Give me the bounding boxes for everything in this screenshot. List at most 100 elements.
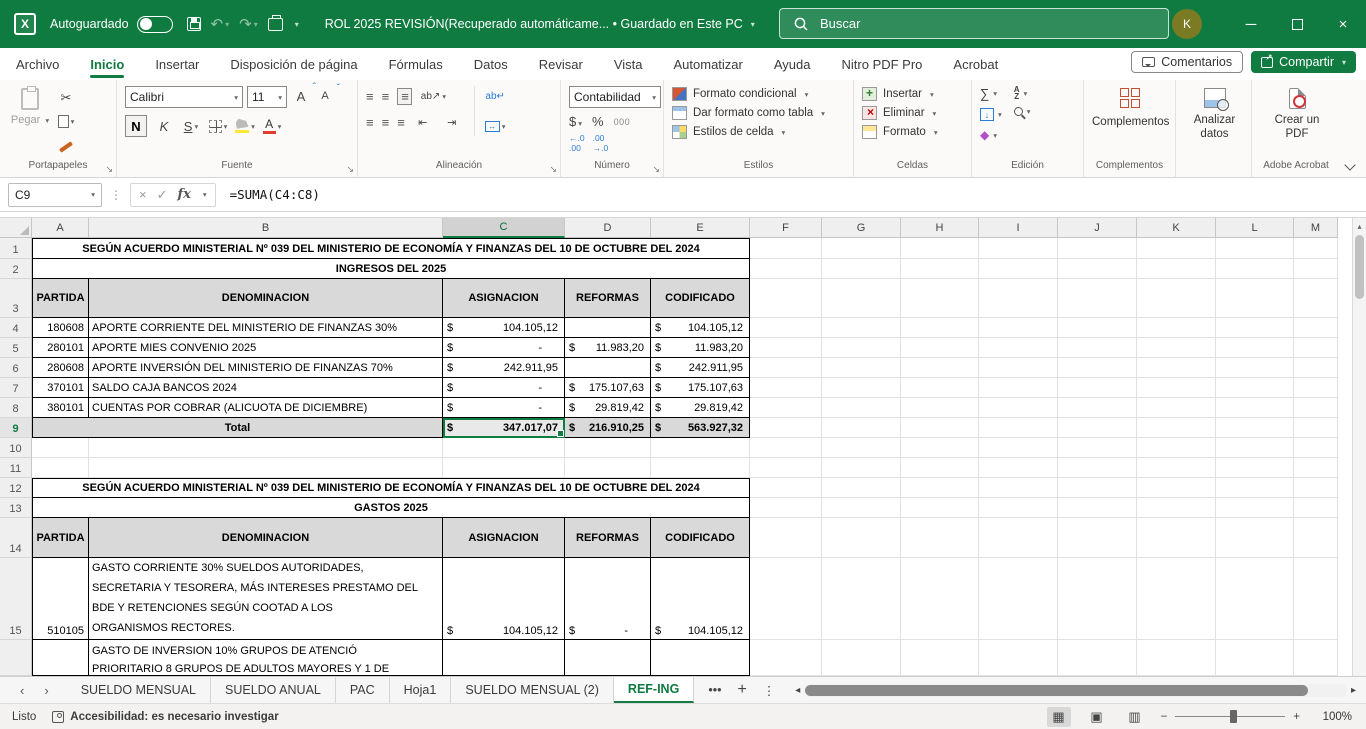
col-header-D[interactable]: D xyxy=(565,218,651,238)
cell-empty[interactable] xyxy=(979,318,1058,338)
customize-qat-button[interactable]: ▾ xyxy=(293,20,299,29)
cell-empty[interactable] xyxy=(901,418,979,438)
row-header[interactable]: 8 xyxy=(0,398,32,418)
orientation-button[interactable]: ab↗▾ xyxy=(421,86,446,106)
create-pdf-button[interactable]: Crear un PDF xyxy=(1273,88,1321,142)
cell-empty[interactable] xyxy=(1058,378,1137,398)
cell-empty[interactable] xyxy=(822,418,901,438)
row-header[interactable]: 13 xyxy=(0,498,32,518)
tab-nitro-pdf[interactable]: Nitro PDF Pro xyxy=(840,51,925,78)
sheet-tab-ref-ing-active[interactable]: REF-ING xyxy=(614,677,694,703)
new-sheet-button[interactable]: + xyxy=(737,681,746,699)
sort-filter-button[interactable]: AZ▾ xyxy=(1014,86,1031,100)
vertical-scroll-thumb[interactable] xyxy=(1355,235,1364,299)
tab-formulas[interactable]: Fórmulas xyxy=(387,51,445,78)
cell-gastos-title[interactable]: SEGÚN ACUERDO MINISTERIAL Nº 039 DEL MIN… xyxy=(32,478,750,498)
cell-total-reformas[interactable]: $216.910,25 xyxy=(565,418,651,438)
cell-empty[interactable] xyxy=(1216,398,1294,418)
sheet-tab-sueldo-anual[interactable]: SUELDO ANUAL xyxy=(211,677,336,703)
sheet-nav-next-icon[interactable]: › xyxy=(44,683,48,698)
cell-empty[interactable] xyxy=(1137,558,1216,640)
cell-denominacion[interactable]: SALDO CAJA BANCOS 2024 xyxy=(89,378,443,398)
cell-header-codificado[interactable]: CODIFICADO xyxy=(651,279,750,318)
row-header[interactable]: 3 xyxy=(0,279,32,318)
cell-empty[interactable] xyxy=(1137,418,1216,438)
cell-reformas[interactable] xyxy=(565,318,651,338)
horizontal-scrollbar[interactable]: ◂ ▸ xyxy=(795,681,1356,699)
shrink-font-button[interactable]: A xyxy=(315,86,335,106)
cell-empty[interactable] xyxy=(901,518,979,558)
cell-reformas[interactable]: $- xyxy=(565,558,651,640)
conditional-formatting-button[interactable]: Formato condicional▾ xyxy=(672,87,825,101)
cell-empty[interactable] xyxy=(901,438,979,458)
tab-acrobat[interactable]: Acrobat xyxy=(951,51,1000,78)
cell-asignacion[interactable]: $104.105,12 xyxy=(443,318,565,338)
format-cells-button[interactable]: Formato▾ xyxy=(862,125,938,139)
zoom-slider-thumb[interactable] xyxy=(1230,710,1237,723)
cell-empty[interactable] xyxy=(1137,259,1216,279)
row-header[interactable]: 7 xyxy=(0,378,32,398)
tab-disposicion[interactable]: Disposición de página xyxy=(228,51,359,78)
cell-empty[interactable] xyxy=(1137,358,1216,378)
cell-empty[interactable] xyxy=(979,438,1058,458)
row-header[interactable]: 1 xyxy=(0,238,32,259)
sheet-options-icon[interactable]: ⋮ xyxy=(763,683,776,698)
grow-font-button[interactable]: A xyxy=(291,86,311,106)
more-sheets-icon[interactable]: ••• xyxy=(708,683,721,697)
cell-denominacion[interactable]: CUENTAS POR COBRAR (ALICUOTA DE DICIEMBR… xyxy=(89,398,443,418)
cell-empty[interactable] xyxy=(979,458,1058,478)
row-header[interactable]: 6 xyxy=(0,358,32,378)
cell-empty[interactable] xyxy=(979,259,1058,279)
cell-empty[interactable] xyxy=(1058,478,1137,498)
format-painter-button[interactable] xyxy=(56,134,76,154)
cell-empty[interactable] xyxy=(1137,279,1216,318)
insert-function-button[interactable]: fx xyxy=(178,187,191,202)
cell-empty[interactable] xyxy=(979,498,1058,518)
cell-empty[interactable] xyxy=(901,378,979,398)
cell-empty[interactable] xyxy=(979,338,1058,358)
cell-empty[interactable] xyxy=(750,338,822,358)
decrease-indent-button[interactable]: ⇤ xyxy=(413,112,433,132)
delete-cells-button[interactable]: Eliminar▾ xyxy=(862,106,938,120)
cell-codificado[interactable] xyxy=(651,640,750,676)
cell-empty[interactable] xyxy=(1216,418,1294,438)
font-name-select[interactable]: Calibri▾ xyxy=(125,86,243,108)
cell-denominacion[interactable]: GASTO DE INVERSION 10% GRUPOS DE ATENCIÓ… xyxy=(89,640,443,676)
cell-reformas[interactable]: $29.819,42 xyxy=(565,398,651,418)
cell-empty[interactable] xyxy=(1216,279,1294,318)
align-top-button[interactable]: ≡ xyxy=(366,89,373,104)
cell-empty[interactable] xyxy=(822,338,901,358)
increase-indent-button[interactable]: ⇥ xyxy=(442,112,462,132)
tab-insertar[interactable]: Insertar xyxy=(153,51,201,78)
fill-color-button[interactable]: ▾ xyxy=(235,116,255,136)
cell-empty[interactable] xyxy=(1137,518,1216,558)
cell-empty[interactable] xyxy=(1137,338,1216,358)
normal-view-button[interactable]: ▦ xyxy=(1047,707,1071,727)
enter-formula-icon[interactable]: ✓ xyxy=(157,187,168,203)
cell-empty[interactable] xyxy=(565,438,651,458)
cell-reformas[interactable] xyxy=(565,358,651,378)
alineacion-dialog-launcher[interactable]: ↘ xyxy=(549,164,557,175)
align-center-button[interactable]: ≡ xyxy=(382,115,389,130)
cell-empty[interactable] xyxy=(1137,498,1216,518)
cell-denominacion[interactable]: GASTO CORRIENTE 30% SUELDOS AUTORIDADES,… xyxy=(89,558,443,640)
cell-empty[interactable] xyxy=(901,238,979,259)
sheet-tab-pac[interactable]: PAC xyxy=(336,677,390,703)
cell-empty[interactable] xyxy=(1216,438,1294,458)
cell-empty[interactable] xyxy=(1137,478,1216,498)
row-header[interactable]: 4 xyxy=(0,318,32,338)
cell-empty[interactable] xyxy=(901,338,979,358)
analyze-data-button[interactable]: Analizar datos xyxy=(1187,88,1243,142)
cell-ingresos-title[interactable]: SEGÚN ACUERDO MINISTERIAL Nº 039 DEL MIN… xyxy=(32,238,750,259)
italic-button[interactable]: K xyxy=(154,116,174,136)
cell-total-asignacion-selected[interactable]: $347.017,07 xyxy=(443,418,565,438)
cell-empty[interactable] xyxy=(822,238,901,259)
cell-empty[interactable] xyxy=(750,458,822,478)
cell-empty[interactable] xyxy=(901,259,979,279)
zoom-out-icon[interactable]: − xyxy=(1161,711,1168,723)
cell-empty[interactable] xyxy=(1294,418,1338,438)
minimize-button[interactable]: ─ xyxy=(1228,0,1274,48)
cell-empty[interactable] xyxy=(1216,238,1294,259)
number-format-select[interactable]: Contabilidad▾ xyxy=(569,86,661,108)
cell-empty[interactable] xyxy=(443,458,565,478)
